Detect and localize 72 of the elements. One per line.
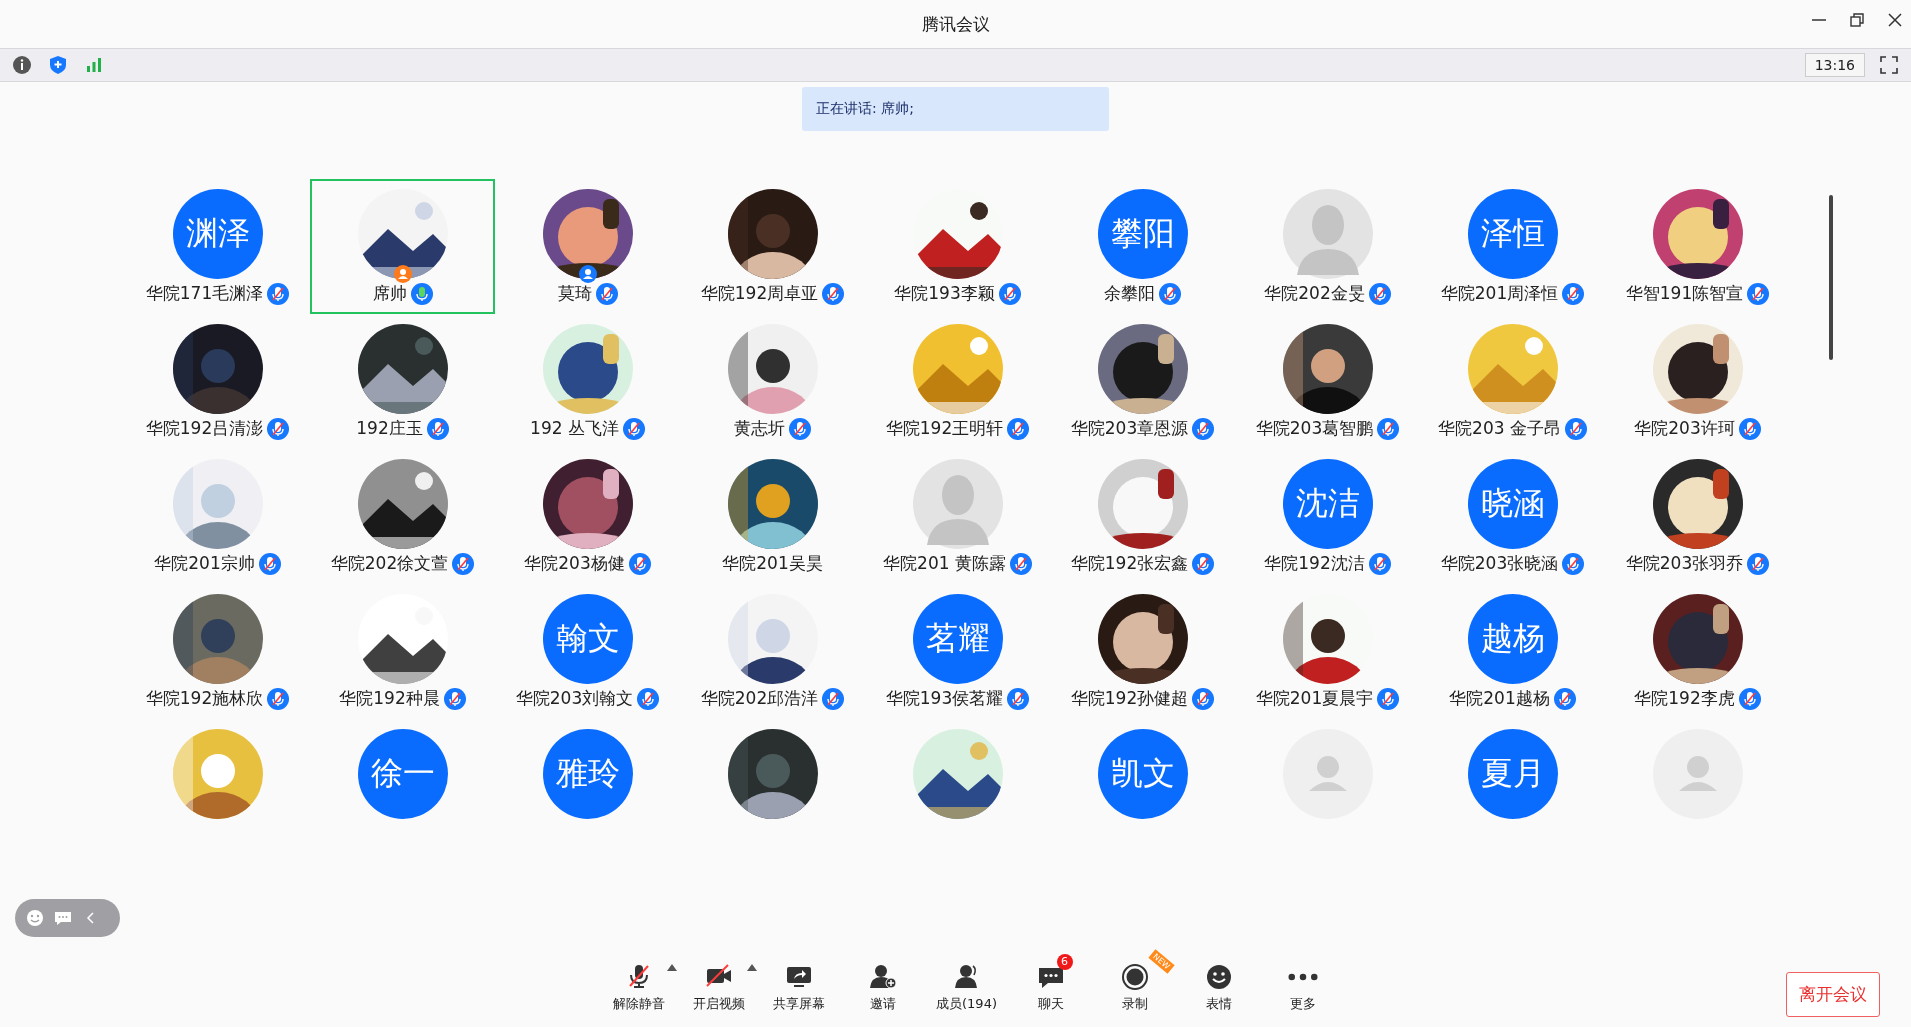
caret-icon[interactable]: [746, 962, 757, 971]
meeting-timer: 13:16: [1804, 53, 1865, 77]
participant-name: 华院201宗帅: [154, 552, 255, 575]
default-avatar-icon: [1282, 729, 1373, 819]
participant-name: 华智191陈智宣: [1625, 282, 1744, 305]
participant-name: 华院192孙健超: [1070, 687, 1189, 710]
default-avatar-icon: [912, 459, 1003, 549]
participant-name: 华院193李颖: [894, 282, 995, 305]
toolbar-button[interactable]: 更多: [1260, 949, 1345, 1015]
initials-avatar: 沈洁: [1282, 459, 1373, 549]
initials-avatar: 夏月: [1467, 729, 1558, 819]
toolbar-button[interactable]: 表情: [1176, 949, 1261, 1015]
participant-name: 华院203 金子昂: [1438, 417, 1561, 440]
participant-name: 华院202徐文萱: [330, 552, 449, 575]
initials-avatar: 攀阳: [1097, 189, 1188, 279]
window-title: 腾讯会议: [921, 12, 990, 36]
initials-avatar: 越杨: [1467, 594, 1558, 684]
floating-panel[interactable]: [15, 899, 120, 937]
participant-name: 华院192沈洁: [1264, 552, 1365, 575]
initials-avatar: 渊泽: [172, 189, 263, 279]
participant-name: 华院192施林欣: [145, 687, 264, 710]
participant-name: 华院192周卓亚: [700, 282, 819, 305]
participant-name: 华院203张羽乔: [1625, 552, 1744, 575]
participant-name: 华院192张宏鑫: [1070, 552, 1189, 575]
unread-count: 6: [1056, 953, 1073, 970]
initials-avatar: 凯文: [1097, 729, 1188, 819]
participant-name: 华院202金旻: [1264, 282, 1365, 305]
record-icon: [1119, 961, 1150, 992]
participant-name: 华院203葛智鹏: [1255, 417, 1374, 440]
initials-avatar: 泽恒: [1467, 189, 1558, 279]
toolbar-button[interactable]: 6 聊天: [1008, 949, 1093, 1015]
participant-name: 华院192吕清澎: [145, 417, 264, 440]
participant-name: 华院192种晨: [339, 687, 440, 710]
initials-avatar: 茗耀: [912, 594, 1003, 684]
participant-name: 华院203张晓涵: [1440, 552, 1559, 575]
participant-name: 华院203章恩源: [1070, 417, 1189, 440]
participant-name: 华院201越杨: [1449, 687, 1550, 710]
caret-icon[interactable]: [666, 962, 677, 971]
participant-name: 192庄玉: [356, 417, 423, 440]
speaking-banner: 正在讲话: 席帅;: [802, 87, 1109, 131]
participant-name: 黄志圻: [734, 417, 785, 440]
participant-name: 华院201夏晨宇: [1255, 687, 1374, 710]
scrollbar[interactable]: [1829, 195, 1833, 360]
fullscreen-icon[interactable]: [1877, 53, 1901, 77]
toolbar-button[interactable]: 成员(194): [924, 949, 1009, 1015]
info-icon[interactable]: [10, 53, 34, 77]
participant-name: 华院193侯茗耀: [885, 687, 1004, 710]
initials-avatar: 徐一: [357, 729, 448, 819]
initials-avatar: 晓涵: [1467, 459, 1558, 549]
participant-name: 席帅: [372, 282, 407, 305]
smiley-icon[interactable]: [25, 908, 45, 928]
initials-avatar: 翰文: [542, 594, 633, 684]
participant-name: 华院201周泽恒: [1440, 282, 1559, 305]
default-avatar-icon: [1652, 729, 1743, 819]
participant-name: 华院192王明轩: [885, 417, 1004, 440]
participant-name: 华院203杨健: [524, 552, 625, 575]
participant-name: 华院201 黄陈露: [883, 552, 1006, 575]
participant-name: 华院201吴昊: [722, 552, 823, 575]
participant-name: 余攀阳: [1104, 282, 1155, 305]
initials-avatar: 雅玲: [542, 729, 633, 819]
default-avatar-icon: [1282, 189, 1373, 279]
restore-icon[interactable]: [1847, 10, 1867, 30]
participant-name: 华院202邱浩洋: [700, 687, 819, 710]
participant-name: 华院203刘翰文: [515, 687, 634, 710]
leave-meeting-button[interactable]: 离开会议: [1786, 972, 1880, 1017]
toolbar-button[interactable]: 邀请: [840, 949, 925, 1015]
participant-name: 华院203许珂: [1634, 417, 1735, 440]
participant-name: 华院171毛渊泽: [145, 282, 264, 305]
participant-name: 莫琦: [557, 282, 592, 305]
participant-name: 192 丛飞洋: [530, 417, 619, 440]
more-icon: [1287, 972, 1318, 981]
participant-name: 华院192李虎: [1634, 687, 1735, 710]
